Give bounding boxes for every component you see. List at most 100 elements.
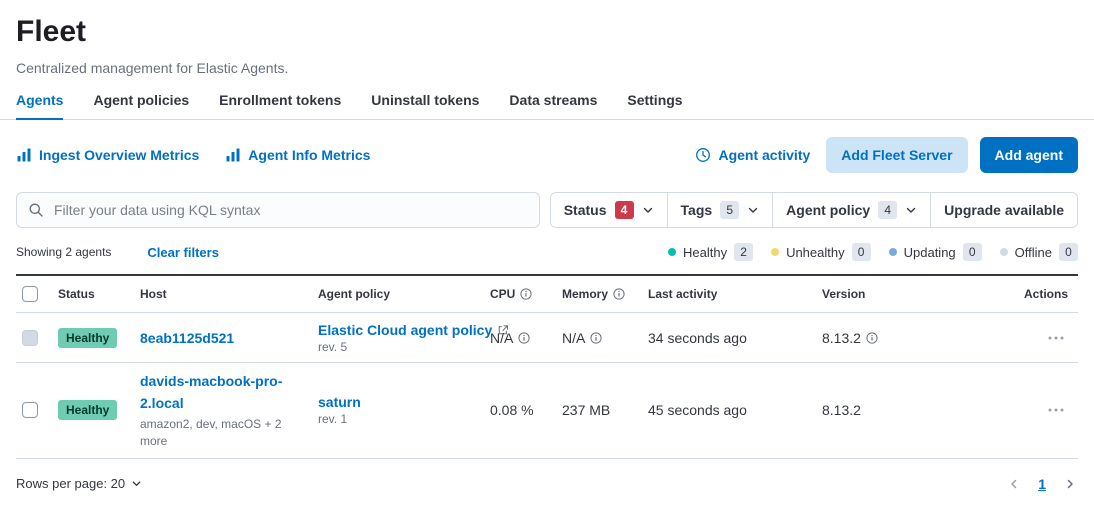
bar-chart-icon	[225, 147, 241, 163]
legend-healthy-label: Healthy	[683, 245, 727, 260]
agent-policy-cell: Elastic Cloud agent policy rev. 5	[312, 314, 484, 362]
tab-enrollment-tokens[interactable]: Enrollment tokens	[219, 92, 341, 119]
previous-page-button[interactable]	[1006, 476, 1022, 492]
row-select-cell	[16, 322, 52, 354]
select-all-checkbox[interactable]	[22, 286, 38, 302]
select-all-cell	[16, 276, 52, 312]
info-icon[interactable]	[520, 288, 532, 300]
info-icon[interactable]	[866, 332, 878, 344]
clear-filters-link[interactable]: Clear filters	[147, 245, 219, 260]
filter-status-label: Status	[564, 202, 607, 218]
summary-row: Showing 2 agents Clear filters Healthy 2…	[16, 243, 1078, 261]
toolbar-metrics-links: Ingest Overview Metrics Agent Info Metri…	[16, 147, 370, 163]
filter-agent-policy-label: Agent policy	[786, 202, 870, 218]
legend-healthy-count: 2	[734, 243, 753, 261]
tabs: Agents Agent policies Enrollment tokens …	[0, 92, 1094, 120]
last-activity-cell: 34 seconds ago	[642, 322, 816, 354]
chevron-down-icon	[905, 204, 917, 216]
bar-chart-icon	[16, 147, 32, 163]
chevron-down-icon	[131, 478, 142, 489]
healthy-dot-icon	[668, 248, 676, 256]
filter-agent-policy[interactable]: Agent policy 4	[773, 193, 931, 227]
toolbar: Ingest Overview Metrics Agent Info Metri…	[16, 137, 1078, 173]
unhealthy-dot-icon	[771, 248, 779, 256]
tab-agent-policies[interactable]: Agent policies	[93, 92, 189, 119]
version-cell: 8.13.2	[816, 394, 966, 426]
rows-per-page-button[interactable]: Rows per page: 20	[16, 476, 142, 491]
row-actions-button[interactable]	[1042, 404, 1070, 416]
add-agent-button[interactable]: Add agent	[980, 137, 1078, 173]
legend-offline-label: Offline	[1015, 245, 1052, 260]
chevron-right-icon	[1064, 478, 1076, 490]
filter-tags[interactable]: Tags 5	[668, 193, 774, 227]
agent-row: Healthy 8eab1125d521 Elastic Cloud agent…	[16, 313, 1078, 363]
column-header-actions: Actions	[966, 277, 1078, 311]
row-select-checkbox[interactable]	[22, 402, 38, 418]
next-page-button[interactable]	[1062, 476, 1078, 492]
filter-upgrade-available-label: Upgrade available	[944, 202, 1064, 218]
cpu-header-label: CPU	[490, 287, 515, 301]
page-subtitle: Centralized management for Elastic Agent…	[16, 60, 1078, 76]
health-status-badge: Healthy	[58, 328, 117, 348]
version-value: 8.13.2	[822, 330, 861, 346]
agents-table: Status Host Agent policy CPU Memory Last…	[16, 274, 1078, 459]
tab-data-streams[interactable]: Data streams	[509, 92, 597, 119]
info-icon[interactable]	[518, 332, 530, 344]
tab-uninstall-tokens[interactable]: Uninstall tokens	[371, 92, 479, 119]
status-cell: Healthy	[52, 320, 134, 356]
column-header-memory: Memory	[556, 277, 642, 311]
tab-agents[interactable]: Agents	[16, 92, 63, 119]
status-cell: Healthy	[52, 392, 134, 428]
filter-status[interactable]: Status 4	[551, 193, 668, 227]
info-icon[interactable]	[613, 288, 625, 300]
host-tags: amazon2, dev, macOS + 2 more	[140, 416, 300, 450]
agent-row: Healthy davids-macbook-pro-2.local amazo…	[16, 363, 1078, 459]
tab-settings[interactable]: Settings	[627, 92, 682, 119]
agent-activity-label: Agent activity	[718, 147, 810, 163]
legend-healthy: Healthy 2	[668, 243, 753, 261]
column-header-agent-policy: Agent policy	[312, 277, 484, 311]
ingest-overview-metrics-link[interactable]: Ingest Overview Metrics	[16, 147, 199, 163]
table-footer: Rows per page: 20 1	[16, 476, 1078, 492]
page-number[interactable]: 1	[1038, 476, 1046, 492]
host-cell: davids-macbook-pro-2.local amazon2, dev,…	[134, 363, 312, 458]
chevron-down-icon	[747, 204, 759, 216]
page-header: Fleet Centralized management for Elastic…	[0, 0, 1094, 76]
row-select-cell	[16, 394, 52, 426]
last-activity-cell: 45 seconds ago	[642, 394, 816, 426]
toolbar-actions: Agent activity Add Fleet Server Add agen…	[695, 137, 1078, 173]
actions-cell	[1036, 396, 1078, 424]
agent-policy-link[interactable]: Elastic Cloud agent policy	[318, 322, 492, 338]
host-cell: 8eab1125d521	[134, 322, 312, 354]
agent-policy-link[interactable]: saturn	[318, 394, 361, 410]
row-select-checkbox	[22, 330, 38, 346]
pagination: 1	[1006, 476, 1078, 492]
search-icon	[28, 202, 44, 218]
memory-cell: 237 MB	[556, 394, 642, 426]
filter-status-count-badge: 4	[615, 201, 634, 219]
filter-tags-count-badge: 5	[720, 201, 739, 219]
showing-agents-count: Showing 2 agents	[16, 245, 111, 259]
filter-upgrade-available[interactable]: Upgrade available	[931, 193, 1077, 227]
search-input[interactable]	[52, 201, 528, 219]
column-header-host: Host	[134, 277, 312, 311]
add-fleet-server-button[interactable]: Add Fleet Server	[826, 137, 967, 173]
agent-activity-link[interactable]: Agent activity	[695, 147, 810, 163]
column-header-version: Version	[816, 277, 966, 311]
fleet-app: Fleet Centralized management for Elastic…	[0, 0, 1094, 517]
chevron-down-icon	[642, 204, 654, 216]
info-icon[interactable]	[590, 332, 602, 344]
host-link[interactable]: davids-macbook-pro-2.local	[140, 373, 282, 411]
agent-info-metrics-link[interactable]: Agent Info Metrics	[225, 147, 370, 163]
filter-group: Status 4 Tags 5 Agent policy 4	[550, 192, 1078, 228]
memory-cell: N/A	[556, 322, 642, 354]
health-status-badge: Healthy	[58, 400, 117, 420]
ingest-overview-metrics-label: Ingest Overview Metrics	[39, 147, 199, 163]
legend-offline: Offline 0	[1000, 243, 1078, 261]
cpu-cell: N/A	[484, 322, 556, 354]
row-actions-button[interactable]	[1042, 332, 1070, 344]
chevron-left-icon	[1008, 478, 1020, 490]
host-link[interactable]: 8eab1125d521	[140, 330, 234, 346]
kql-search-box	[16, 192, 540, 228]
agent-info-metrics-label: Agent Info Metrics	[248, 147, 370, 163]
